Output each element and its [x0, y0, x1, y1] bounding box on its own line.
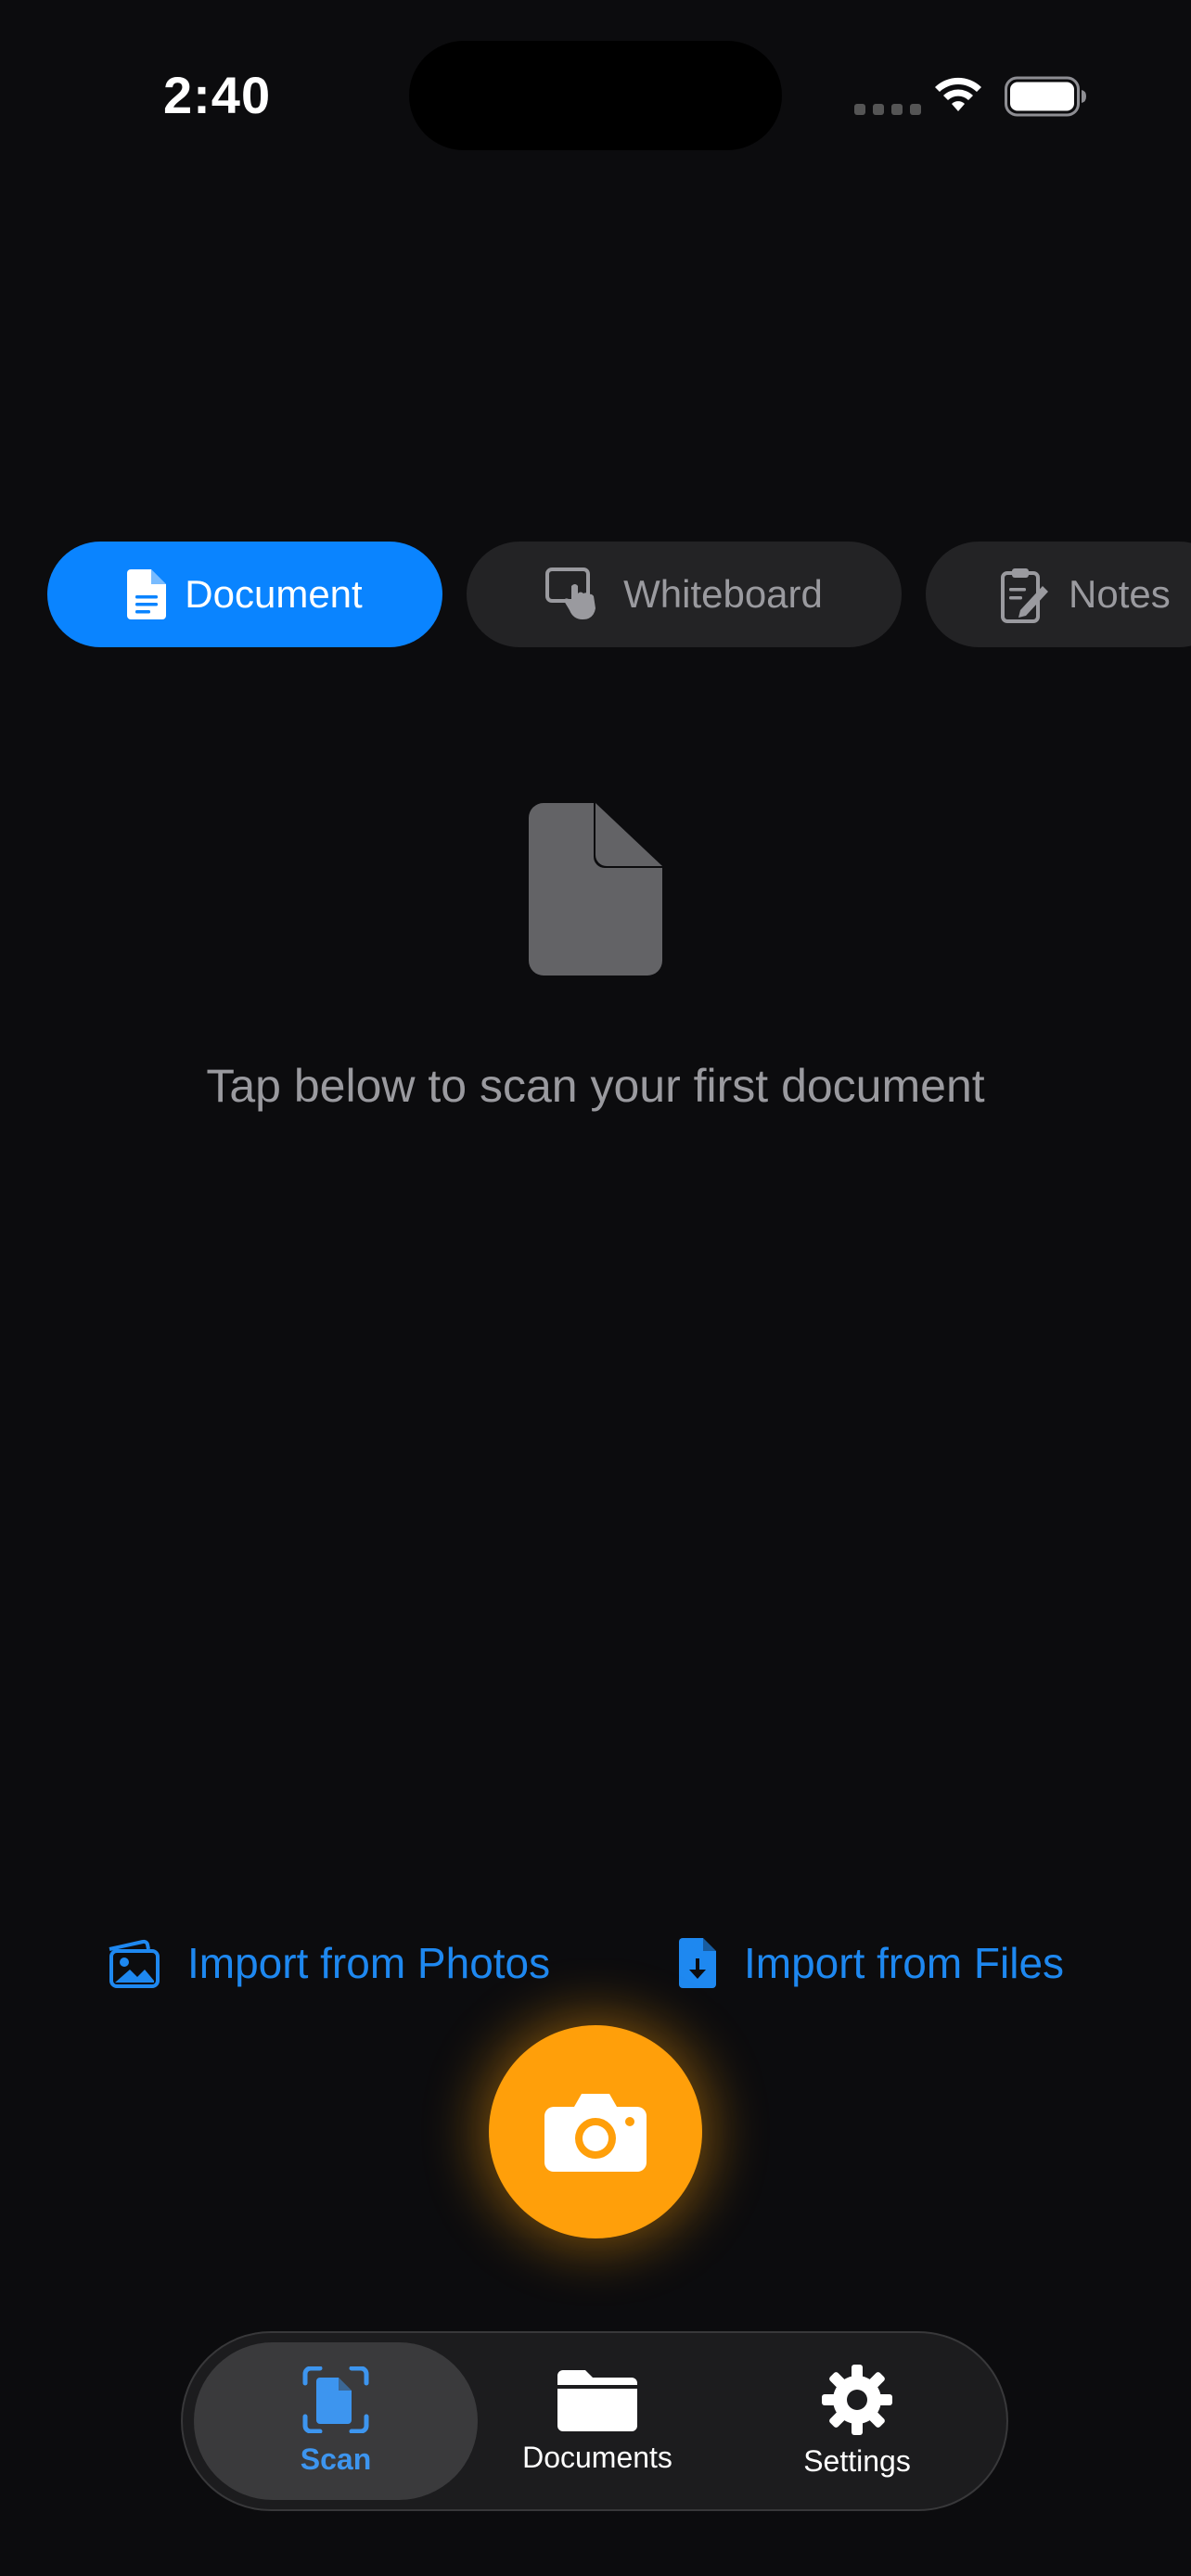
tab-documents[interactable]: Documents	[455, 2342, 739, 2500]
camera-shutter-button[interactable]	[489, 2025, 702, 2238]
tab-settings-label: Settings	[803, 2443, 911, 2478]
battery-icon	[1005, 76, 1086, 117]
file-download-icon	[679, 1938, 716, 1988]
tab-settings[interactable]: Settings	[715, 2342, 999, 2500]
import-from-photos-label: Import from Photos	[187, 1939, 551, 1987]
tab-scan[interactable]: Scan	[194, 2342, 478, 2500]
cellular-signal-icon	[854, 104, 921, 115]
document-icon	[127, 569, 167, 619]
status-time: 2:40	[163, 66, 272, 124]
tab-scan-label: Scan	[300, 2442, 372, 2476]
folder-icon	[557, 2369, 637, 2431]
scan-document-icon	[302, 2366, 369, 2433]
tab-documents-label: Documents	[522, 2440, 672, 2474]
mode-whiteboard[interactable]: Whiteboard	[467, 542, 902, 647]
wifi-icon	[935, 77, 981, 111]
tab-bar: Scan Documents Settings	[181, 2331, 1008, 2511]
empty-document-icon	[529, 803, 662, 976]
import-from-files-label: Import from Files	[744, 1939, 1065, 1987]
mode-notes[interactable]: Notes	[926, 542, 1191, 647]
mode-whiteboard-label: Whiteboard	[623, 572, 823, 616]
gear-icon	[822, 2364, 892, 2435]
camera-icon	[544, 2094, 647, 2172]
import-from-files-button[interactable]: Import from Files	[679, 1931, 1064, 1996]
scan-mode-selector: Document Whiteboard Notes	[0, 542, 1191, 647]
whiteboard-touch-icon	[545, 567, 596, 619]
mode-document-label: Document	[185, 572, 363, 616]
mode-document[interactable]: Document	[47, 542, 442, 647]
clipboard-pencil-icon	[1001, 568, 1048, 623]
import-from-photos-button[interactable]: Import from Photos	[102, 1931, 550, 1996]
photos-stack-icon	[109, 1939, 160, 1988]
dynamic-island	[409, 41, 782, 150]
empty-state-message: Tap below to scan your first document	[206, 1060, 985, 1112]
mode-notes-label: Notes	[1069, 572, 1171, 616]
